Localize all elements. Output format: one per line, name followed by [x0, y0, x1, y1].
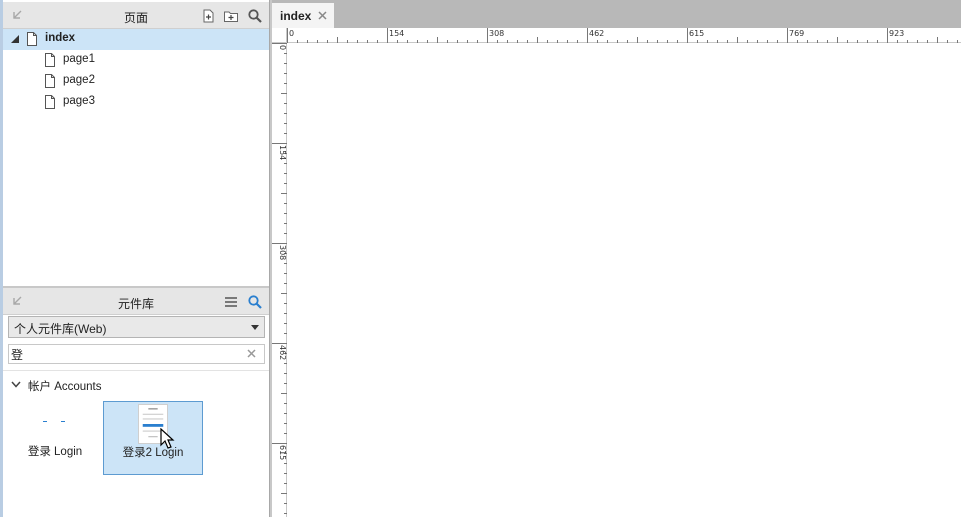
vertical-ruler-scale: 0 154 308 462 615	[272, 43, 287, 514]
ruler-label: 615	[689, 29, 704, 38]
menu-icon[interactable]	[223, 294, 239, 310]
library-search-box	[8, 344, 265, 364]
ruler-label: 769	[789, 29, 804, 38]
vertical-ruler[interactable]: 0 154 308 462 615	[272, 43, 287, 517]
clear-icon[interactable]	[247, 349, 256, 358]
tab-label: index	[280, 9, 312, 23]
page-icon	[45, 95, 55, 109]
horizontal-ruler[interactable]: 0 154 308 462 615 769 923	[287, 28, 961, 43]
widget-login2[interactable]: 登录2 Login	[103, 401, 203, 475]
tree-item-label: index	[45, 32, 76, 44]
page-icon	[45, 53, 55, 67]
left-column: 页面 index page1 page2 page3 元件库 个人元件库(Web…	[0, 0, 272, 517]
library-panel-header: 元件库	[3, 288, 269, 315]
design-canvas[interactable]	[288, 44, 961, 517]
tab-index[interactable]: index	[272, 3, 334, 28]
ruler-label: 0	[289, 29, 294, 38]
chevron-down-icon	[11, 381, 21, 388]
ruler-corner	[272, 28, 287, 43]
ruler-label: 308	[278, 245, 287, 260]
chevron-down-icon	[251, 325, 259, 330]
widget-group-label: 帐户 Accounts	[28, 381, 102, 393]
add-page-icon[interactable]	[200, 8, 216, 24]
app-window: 页面 index page1 page2 page3 元件库 个人元件库(Web…	[0, 0, 961, 517]
horizontal-ruler-scale: 0 154 308 462 615 769 923	[287, 28, 958, 43]
widget-thumbnail	[43, 421, 65, 422]
ruler-label: 462	[278, 345, 287, 360]
widget-login[interactable]: 登录 Login	[5, 401, 105, 475]
expand-triangle-icon[interactable]	[10, 34, 20, 44]
add-folder-icon[interactable]	[223, 8, 239, 24]
tree-item-label: page3	[63, 95, 95, 107]
pages-panel-header: 页面	[3, 2, 269, 29]
ruler-label: 615	[278, 445, 287, 460]
close-icon[interactable]	[318, 11, 327, 20]
library-select-value: 个人元件库(Web)	[14, 322, 107, 336]
library-content: 帐户 Accounts 登录 Login 登录2 Login	[3, 370, 269, 517]
tree-item-page3[interactable]: page3	[3, 92, 269, 113]
ruler-label: 154	[278, 145, 287, 160]
tree-item-index[interactable]: index	[3, 29, 269, 50]
page-icon	[45, 74, 55, 88]
ruler-label: 0	[278, 45, 287, 50]
mouse-cursor-icon	[160, 428, 175, 449]
ruler-label: 923	[889, 29, 904, 38]
search-icon[interactable]	[247, 8, 263, 24]
tree-item-page1[interactable]: page1	[3, 50, 269, 71]
tree-item-label: page1	[63, 53, 95, 65]
ruler-label: 462	[589, 29, 604, 38]
search-icon[interactable]	[247, 294, 263, 310]
tree-item-label: page2	[63, 74, 95, 86]
tree-item-page2[interactable]: page2	[3, 71, 269, 92]
tab-strip: index	[272, 0, 961, 28]
ruler-label: 308	[489, 29, 504, 38]
widget-label: 登录2 Login	[122, 447, 184, 459]
library-search-input[interactable]	[11, 346, 236, 362]
ruler-label: 154	[389, 29, 404, 38]
library-select[interactable]: 个人元件库(Web)	[8, 316, 265, 338]
page-tree: index page1 page2 page3	[3, 29, 269, 113]
page-icon	[27, 32, 37, 46]
widget-label: 登录 Login	[27, 446, 83, 458]
